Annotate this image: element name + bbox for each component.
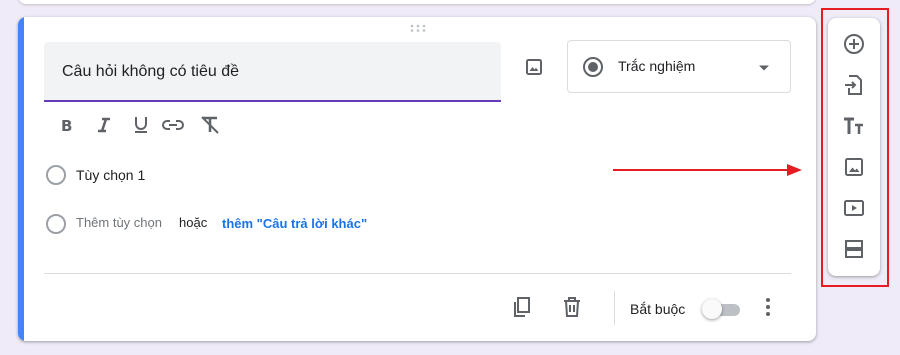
delete-icon[interactable] [560,295,584,319]
drag-handle-icon[interactable] [410,24,426,32]
chevron-down-icon [758,62,770,74]
footer-divider [44,273,791,274]
italic-icon[interactable] [92,113,116,137]
annotation-arrow [613,163,803,177]
question-title-text: Câu hỏi không có tiêu đề [62,63,240,80]
add-option-radio-icon [46,214,66,234]
or-text: hoặc [179,215,208,230]
add-image-to-question-icon[interactable] [522,55,546,79]
active-card-indicator [18,17,24,341]
required-label: Bắt buộc [630,301,686,317]
annotation-highlight-box [821,8,889,287]
toggle-knob [702,299,722,319]
radio-button-icon [582,56,604,78]
question-type-label: Trắc nghiệm [618,58,696,74]
question-title-input[interactable]: Câu hỏi không có tiêu đề [44,42,501,102]
duplicate-icon[interactable] [510,295,534,319]
more-options-icon[interactable] [756,295,780,319]
option-radio-icon [46,165,66,185]
footer-vertical-divider [614,291,615,325]
question-card[interactable]: Câu hỏi không có tiêu đề Trắc nghiệm B T… [18,17,816,341]
previous-card-edge [18,0,816,4]
svg-text:B: B [61,117,72,133]
add-other-answer-link[interactable]: thêm "Câu trả lời khác" [222,216,367,231]
option-label[interactable]: Tùy chọn 1 [76,167,145,183]
clear-format-icon[interactable] [198,113,222,137]
bold-icon[interactable]: B [54,113,78,137]
link-icon[interactable] [161,113,185,137]
question-type-dropdown[interactable]: Trắc nghiệm [567,40,791,93]
underline-icon[interactable] [129,113,153,137]
add-option-link[interactable]: Thêm tùy chọn [76,215,162,230]
required-toggle[interactable] [702,298,742,320]
